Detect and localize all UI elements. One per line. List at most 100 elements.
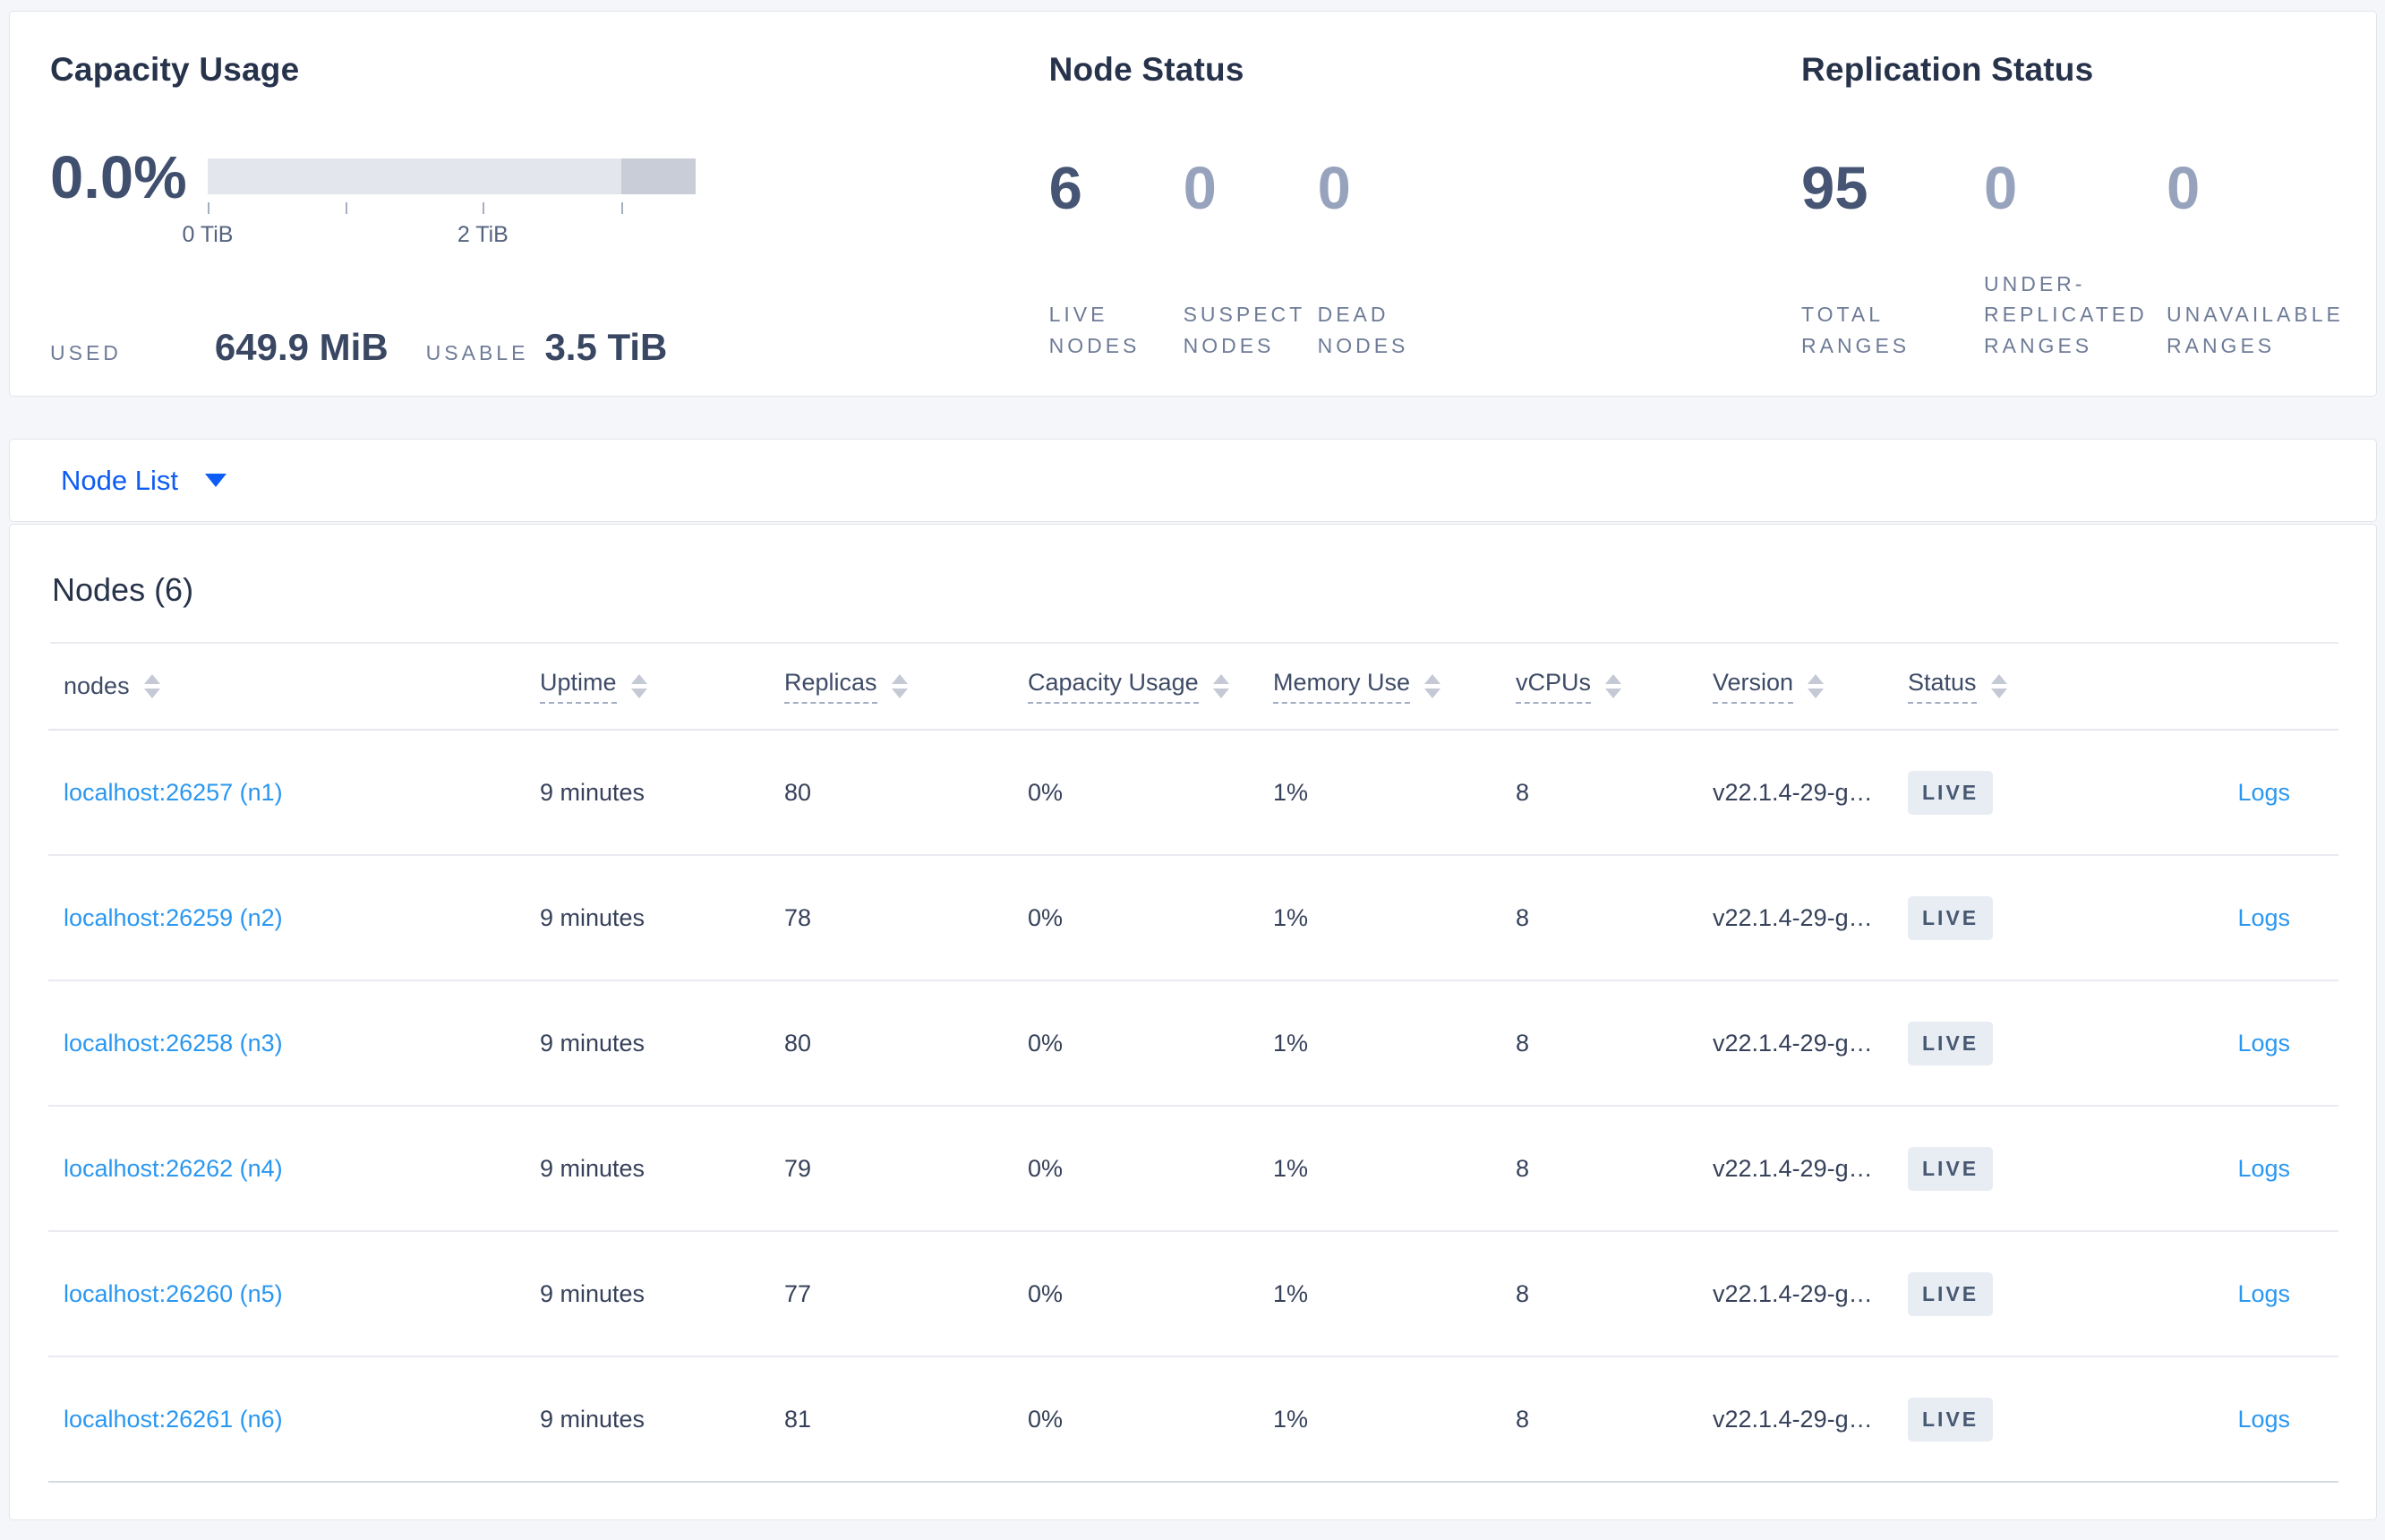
- usable-label: USABLE: [425, 341, 529, 364]
- sort-icon: [1605, 674, 1622, 698]
- stat-value: 6: [1048, 155, 1082, 222]
- uptime-cell: 9 minutes: [540, 1405, 645, 1433]
- stat-block: 0 UNDER-REPLICATED RANGES: [1984, 158, 2167, 361]
- node-link[interactable]: localhost:26257 (n1): [64, 779, 283, 806]
- vcpus-cell: 8: [1516, 1279, 1530, 1307]
- column-header-replicas[interactable]: Replicas: [784, 669, 1028, 704]
- node-status-title: Node Status: [1048, 51, 1244, 88]
- nodes-count-title: Nodes (6): [52, 571, 194, 608]
- column-header-label: Replicas: [784, 669, 877, 704]
- memory-use-cell: 1%: [1273, 1405, 1309, 1433]
- table-row: localhost:26259 (n2) 9 minutes 78 0% 1% 8 v22.…: [48, 856, 2338, 981]
- capacity-bar: 0 TiB 2 TiB: [183, 158, 696, 249]
- column-header-version[interactable]: Version: [1713, 669, 1908, 704]
- column-header-status[interactable]: Status: [1908, 669, 2096, 704]
- logs-link[interactable]: Logs: [2237, 1280, 2290, 1307]
- replicas-cell: 78: [784, 903, 812, 931]
- sort-asc-arrow: [1605, 674, 1622, 684]
- capacity-bar-axis: 0 TiB 2 TiB: [183, 202, 696, 249]
- node-link[interactable]: localhost:26259 (n2): [64, 904, 283, 931]
- vcpus-cell: 8: [1516, 903, 1530, 931]
- capacity-usage-cell: 0%: [1028, 903, 1064, 931]
- node-link[interactable]: localhost:26258 (n3): [64, 1030, 283, 1057]
- replication-status-title: Replication Status: [1801, 51, 2094, 88]
- stat-label: DEAD NODES: [1317, 303, 1409, 357]
- node-cell: localhost:26259 (n2): [48, 904, 540, 932]
- version-cell: v22.1.4-29-g…: [1713, 903, 1873, 931]
- column-header-label: vCPUs: [1516, 669, 1592, 704]
- axis-tick: [621, 202, 624, 214]
- axis-tick-label: 2 TiB: [457, 222, 509, 247]
- version-cell: v22.1.4-29-g…: [1713, 778, 1873, 806]
- chevron-down-icon: [204, 474, 227, 487]
- stat-label: SUSPECT NODES: [1183, 303, 1305, 357]
- vcpus-cell: 8: [1516, 778, 1530, 806]
- capacity-usage-cell: 0%: [1028, 1279, 1064, 1307]
- status-cell: LIVE: [1908, 770, 2096, 815]
- logs-link[interactable]: Logs: [2237, 1030, 2290, 1057]
- axis-tick-label: 0 TiB: [182, 222, 234, 247]
- vcpus-cell: 8: [1516, 1154, 1530, 1182]
- node-cell: localhost:26257 (n1): [48, 779, 540, 807]
- sort-desc-arrow: [143, 689, 160, 698]
- memory-use-cell: 1%: [1273, 1154, 1309, 1182]
- uptime-cell: 9 minutes: [540, 1029, 645, 1057]
- vcpus-cell: 8: [1516, 1029, 1530, 1057]
- version-cell: v22.1.4-29-g…: [1713, 1405, 1873, 1433]
- status-badge: LIVE: [1908, 895, 1994, 940]
- node-link[interactable]: localhost:26260 (n5): [64, 1280, 283, 1307]
- node-link[interactable]: localhost:26262 (n4): [64, 1155, 283, 1182]
- sort-icon: [630, 674, 647, 698]
- uptime-cell: 9 minutes: [540, 903, 645, 931]
- sort-desc-arrow: [1424, 689, 1441, 698]
- nodes-table: nodes Uptime Replicas Capacity Usage Memory …: [48, 644, 2338, 1483]
- logs-cell: Logs: [2096, 1406, 2338, 1433]
- capacity-usage-section: Capacity Usage 0.0% 0 TiB 2 TiB USED 649.…: [50, 51, 1049, 396]
- version-cell: v22.1.4-29-g…: [1713, 1279, 1873, 1307]
- table-row: localhost:26257 (n1) 9 minutes 80 0% 1% 8 v22.…: [48, 731, 2338, 856]
- status-cell: LIVE: [1908, 1146, 2096, 1191]
- sort-desc-arrow: [891, 689, 908, 698]
- memory-use-cell: 1%: [1273, 903, 1309, 931]
- used-value: 649.9 MiB: [214, 326, 389, 368]
- sort-icon: [1808, 674, 1825, 698]
- replicas-cell: 81: [784, 1405, 812, 1433]
- column-header-memory-use[interactable]: Memory Use: [1273, 669, 1516, 704]
- stat-value: 0: [1183, 155, 1217, 222]
- logs-cell: Logs: [2096, 1280, 2338, 1308]
- node-list-panel: Nodes (6) nodes Uptime Replicas Capacity Us…: [9, 524, 2377, 1520]
- stat-value: 0: [1317, 155, 1351, 222]
- column-header-nodes[interactable]: nodes: [48, 672, 540, 700]
- stat-label: LIVE NODES: [1048, 303, 1141, 357]
- column-header-uptime[interactable]: Uptime: [540, 669, 784, 704]
- column-header-label: Version: [1713, 669, 1794, 704]
- status-badge: LIVE: [1908, 770, 1994, 815]
- sort-icon: [891, 674, 908, 698]
- node-cell: localhost:26262 (n4): [48, 1155, 540, 1183]
- logs-link[interactable]: Logs: [2237, 1155, 2290, 1182]
- axis-tick: [345, 202, 347, 214]
- replicas-cell: 80: [784, 1029, 812, 1057]
- logs-cell: Logs: [2096, 779, 2338, 807]
- column-header-capacity-usage[interactable]: Capacity Usage: [1028, 669, 1273, 704]
- stat-value: 0: [1984, 155, 2018, 222]
- capacity-bar-track: [208, 158, 696, 194]
- uptime-cell: 9 minutes: [540, 778, 645, 806]
- logs-link[interactable]: Logs: [2237, 779, 2290, 806]
- used-label: USED: [50, 341, 122, 364]
- view-selector-dropdown[interactable]: Node List: [61, 465, 227, 497]
- version-cell: v22.1.4-29-g…: [1713, 1029, 1873, 1057]
- column-header-label: Uptime: [540, 669, 617, 704]
- logs-link[interactable]: Logs: [2237, 904, 2290, 931]
- memory-use-cell: 1%: [1273, 1029, 1309, 1057]
- sort-icon: [143, 674, 160, 698]
- node-link[interactable]: localhost:26261 (n6): [64, 1406, 283, 1433]
- status-badge: LIVE: [1908, 1271, 1994, 1316]
- column-header-vcpus[interactable]: vCPUs: [1516, 669, 1713, 704]
- logs-link[interactable]: Logs: [2237, 1406, 2290, 1433]
- stat-label: UNAVAILABLE RANGES: [2167, 303, 2344, 357]
- memory-use-cell: 1%: [1273, 778, 1309, 806]
- node-cell: localhost:26260 (n5): [48, 1280, 540, 1308]
- status-cell: LIVE: [1908, 1021, 2096, 1065]
- usable-value: 3.5 TiB: [544, 326, 668, 368]
